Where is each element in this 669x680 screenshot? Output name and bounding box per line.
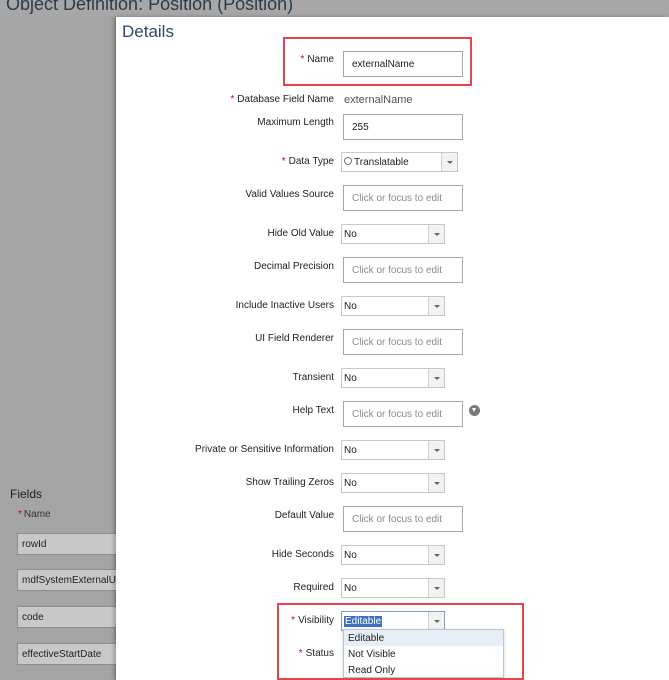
default-value-label: Default Value <box>274 510 334 521</box>
hide-seconds-select[interactable]: No <box>341 545 445 565</box>
search-icon <box>344 157 352 165</box>
chevron-down-icon[interactable] <box>428 579 444 597</box>
data-type-select[interactable]: Translatable <box>341 152 458 172</box>
field-row[interactable]: rowId <box>17 533 117 555</box>
database-field-name-label: * Database Field Name <box>230 94 334 105</box>
ui-field-renderer-input[interactable]: Click or focus to edit <box>343 329 463 355</box>
decimal-precision-label: Decimal Precision <box>253 261 334 272</box>
required-label: Required <box>293 582 334 593</box>
help-text-input[interactable]: Click or focus to edit <box>343 401 463 427</box>
maximum-length-label: Maximum Length <box>257 117 334 128</box>
field-row[interactable]: effectiveStartDate <box>17 643 117 665</box>
chevron-down-icon[interactable] <box>428 441 444 459</box>
translate-icon[interactable] <box>469 405 480 416</box>
hide-old-value-label: Hide Old Value <box>267 228 334 239</box>
page-title: Object Definition: Position (Position) <box>6 0 294 14</box>
hide-old-value-select[interactable]: No <box>341 224 445 244</box>
decimal-precision-input[interactable]: Click or focus to edit <box>343 257 463 283</box>
private-sensitive-select[interactable]: No <box>341 440 445 460</box>
transient-value: No <box>344 372 357 384</box>
ui-field-renderer-label: UI Field Renderer <box>255 333 334 344</box>
default-value-input[interactable]: Click or focus to edit <box>343 506 463 532</box>
private-sensitive-label: Private or Sensitive Information <box>195 444 334 455</box>
chevron-down-icon[interactable] <box>441 153 457 171</box>
show-trailing-zeros-select[interactable]: No <box>341 473 445 493</box>
database-field-name-value: externalName <box>344 94 413 106</box>
include-inactive-users-label: Include Inactive Users <box>235 300 334 311</box>
visibility-highlight <box>277 603 524 680</box>
maximum-length-input[interactable]: 255 <box>343 114 463 140</box>
valid-values-source-input[interactable]: Click or focus to edit <box>343 185 463 211</box>
hide-seconds-label: Hide Seconds <box>271 549 334 560</box>
details-dialog: Details * Name externalName * Database Fie… <box>116 17 669 680</box>
fields-section-title: Fields <box>10 487 43 501</box>
required-select[interactable]: No <box>341 578 445 598</box>
hide-old-value-value: No <box>344 228 357 240</box>
data-type-label: * Data Type <box>281 156 334 167</box>
private-sensitive-value: No <box>344 444 357 456</box>
help-text-label: Help Text <box>292 405 334 416</box>
chevron-down-icon[interactable] <box>428 369 444 387</box>
fields-name-column-header: * Name <box>18 509 51 520</box>
name-highlight <box>283 37 472 86</box>
chevron-down-icon[interactable] <box>428 225 444 243</box>
transient-label: Transient <box>292 372 334 383</box>
chevron-down-icon[interactable] <box>428 297 444 315</box>
chevron-down-icon[interactable] <box>428 474 444 492</box>
data-type-value: Translatable <box>354 156 409 168</box>
field-row[interactable]: code <box>17 606 117 628</box>
field-row[interactable]: mdfSystemExternalUs <box>17 569 117 591</box>
transient-select[interactable]: No <box>341 368 445 388</box>
valid-values-source-label: Valid Values Source <box>245 189 334 200</box>
hide-seconds-value: No <box>344 549 357 561</box>
include-inactive-users-select[interactable]: No <box>341 296 445 316</box>
include-inactive-users-value: No <box>344 300 357 312</box>
chevron-down-icon[interactable] <box>428 546 444 564</box>
dialog-title: Details <box>122 22 174 41</box>
required-value: No <box>344 582 357 594</box>
show-trailing-zeros-label: Show Trailing Zeros <box>245 477 334 488</box>
show-trailing-zeros-value: No <box>344 477 357 489</box>
